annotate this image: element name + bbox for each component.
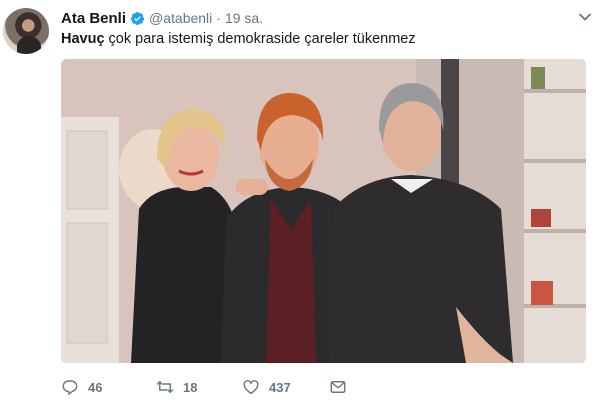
author-name[interactable]: Ata Benli [61, 10, 126, 27]
like-count: 437 [269, 379, 291, 395]
tweet-text: Havuç çok para istemiş demokraside çarel… [61, 30, 416, 49]
reply-count: 46 [88, 379, 103, 395]
tweet-body-text: çok para istemiş demokraside çareler tük… [104, 31, 416, 47]
verified-badge-icon [130, 11, 145, 25]
hashtag-link[interactable]: Havuç [61, 31, 105, 47]
author-handle[interactable]: @atabenli [149, 10, 212, 26]
envelope-icon [330, 381, 346, 393]
reply-button[interactable]: 46 [61, 378, 156, 396]
direct-message-button[interactable] [329, 378, 356, 396]
retweet-button[interactable]: 18 [156, 378, 242, 396]
avatar[interactable] [3, 8, 49, 54]
tweet-photo[interactable] [61, 59, 586, 363]
retweet-count: 18 [183, 379, 198, 395]
reply-icon [62, 380, 78, 395]
tweet-timestamp[interactable]: 19 sa. [225, 10, 263, 26]
like-button[interactable]: 437 [242, 378, 329, 396]
separator-dot: · [216, 10, 221, 26]
tweet-actions: 46 18 437 [61, 377, 356, 397]
tweet-header: Ata Benli @atabenli · 19 sa. [61, 9, 263, 27]
retweet-icon [156, 381, 174, 393]
heart-icon [243, 380, 259, 395]
tweet: Ata Benli @atabenli · 19 sa. Havuç çok p… [0, 0, 600, 406]
chevron-down-icon[interactable] [578, 10, 592, 24]
